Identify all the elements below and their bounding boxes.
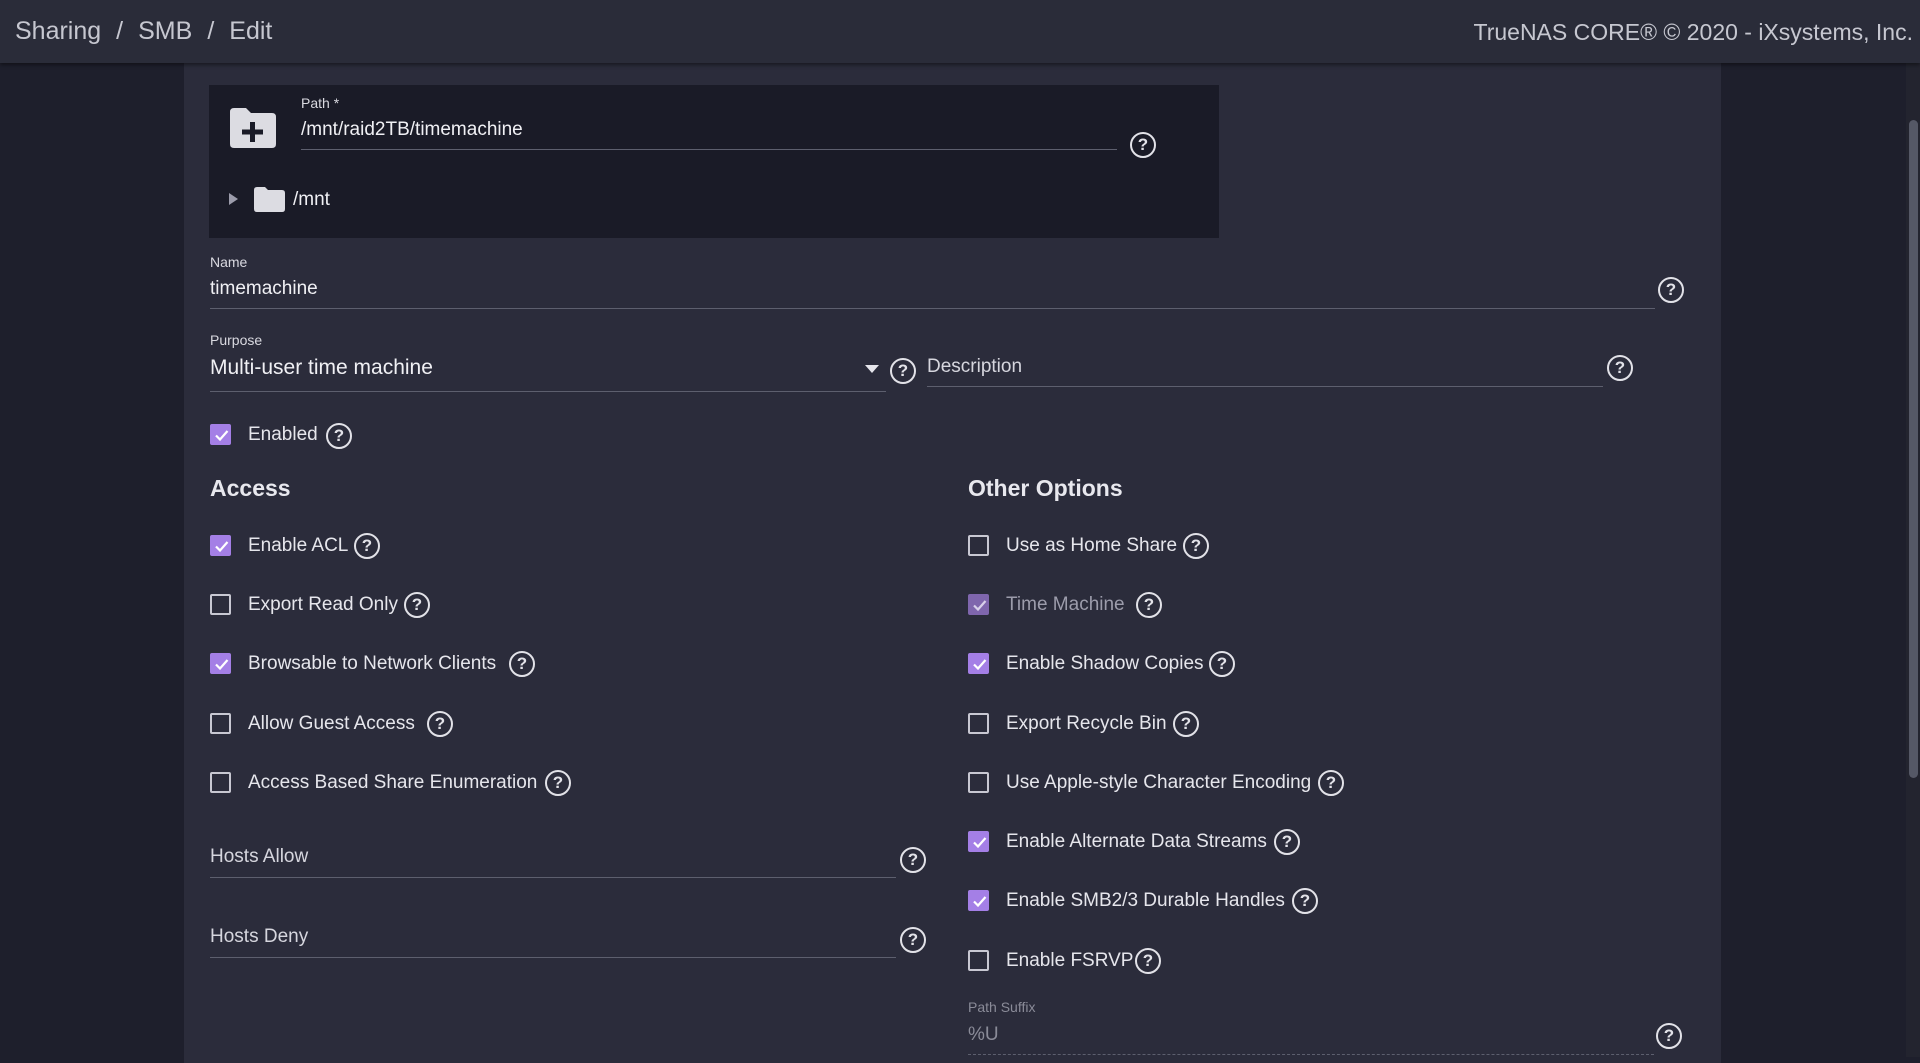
fsrvp-help-icon[interactable]: ? (1135, 948, 1161, 974)
path-suffix-underline (968, 1053, 1654, 1055)
browsable-checkbox[interactable] (210, 653, 231, 674)
home-share-label[interactable]: Use as Home Share (1006, 535, 1177, 557)
folder-icon (253, 186, 286, 218)
fsrvp-checkbox[interactable] (968, 950, 989, 971)
time-machine-checkbox (968, 594, 989, 615)
enable-acl-checkbox[interactable] (210, 535, 231, 556)
durable-handles-checkbox[interactable] (968, 890, 989, 911)
enabled-help-icon[interactable]: ? (326, 423, 352, 449)
export-read-only-label[interactable]: Export Read Only (248, 594, 398, 616)
name-underline (210, 308, 1655, 309)
top-bar: Sharing / SMB / Edit TrueNAS CORE® © 2020 - … (0, 0, 1920, 63)
guest-access-checkbox[interactable] (210, 713, 231, 734)
purpose-label: Purpose (210, 332, 263, 348)
expand-arrow-icon[interactable] (229, 193, 238, 205)
other-options-heading: Other Options (968, 475, 1123, 501)
hosts-deny-underline (210, 957, 896, 958)
hosts-allow-underline (210, 877, 896, 878)
description-input[interactable]: Description (927, 356, 1022, 378)
home-share-help-icon[interactable]: ? (1183, 533, 1209, 559)
time-machine-label: Time Machine (1006, 594, 1125, 615)
abse-help-icon[interactable]: ? (545, 770, 571, 796)
alternate-streams-checkbox[interactable] (968, 831, 989, 852)
purpose-underline (210, 391, 886, 392)
browsable-label[interactable]: Browsable to Network Clients (248, 653, 496, 675)
hosts-deny-input[interactable]: Hosts Deny (210, 926, 308, 948)
path-input[interactable]: /mnt/raid2TB/timemachine (301, 119, 523, 141)
access-heading: Access (210, 475, 291, 501)
breadcrumb-sharing[interactable]: Sharing (15, 17, 101, 45)
apple-encoding-help-icon[interactable]: ? (1318, 770, 1344, 796)
purpose-select[interactable]: Multi-user time machine (210, 356, 433, 380)
guest-access-help-icon[interactable]: ? (427, 711, 453, 737)
scrollbar-thumb[interactable] (1909, 120, 1918, 778)
dropdown-arrow-icon[interactable] (865, 365, 879, 373)
abse-checkbox[interactable] (210, 772, 231, 793)
home-share-checkbox[interactable] (968, 535, 989, 556)
alternate-streams-help-icon[interactable]: ? (1274, 829, 1300, 855)
enabled-checkbox[interactable] (210, 424, 231, 445)
hosts-allow-help-icon[interactable]: ? (900, 847, 926, 873)
enable-acl-help-icon[interactable]: ? (354, 533, 380, 559)
guest-access-label[interactable]: Allow Guest Access (248, 713, 415, 735)
apple-encoding-label[interactable]: Use Apple-style Character Encoding (1006, 772, 1311, 794)
export-read-only-checkbox[interactable] (210, 594, 231, 615)
path-explorer (209, 85, 1219, 238)
name-input[interactable]: timemachine (210, 278, 318, 300)
create-dataset-icon[interactable] (228, 106, 278, 155)
path-underline (301, 149, 1117, 150)
recycle-bin-help-icon[interactable]: ? (1173, 711, 1199, 737)
recycle-bin-label[interactable]: Export Recycle Bin (1006, 713, 1167, 735)
purpose-help-icon[interactable]: ? (890, 358, 916, 384)
alternate-streams-label[interactable]: Enable Alternate Data Streams (1006, 831, 1267, 853)
path-label: Path * (301, 95, 340, 111)
description-underline (927, 386, 1603, 387)
path-suffix-label: Path Suffix (968, 999, 1036, 1015)
shadow-copies-checkbox[interactable] (968, 653, 989, 674)
breadcrumb: Sharing / SMB / Edit (15, 17, 272, 46)
breadcrumb-edit: Edit (229, 17, 273, 45)
browsable-help-icon[interactable]: ? (509, 651, 535, 677)
breadcrumb-smb[interactable]: SMB (138, 17, 192, 45)
breadcrumb-separator: / (116, 17, 124, 45)
shadow-copies-help-icon[interactable]: ? (1209, 651, 1235, 677)
path-help-icon[interactable]: ? (1130, 132, 1156, 158)
apple-encoding-checkbox[interactable] (968, 772, 989, 793)
export-read-only-help-icon[interactable]: ? (404, 592, 430, 618)
hosts-deny-help-icon[interactable]: ? (900, 927, 926, 953)
enabled-label[interactable]: Enabled (248, 424, 318, 446)
breadcrumb-separator: / (207, 17, 215, 45)
path-suffix-help-icon[interactable]: ? (1656, 1023, 1682, 1049)
durable-handles-help-icon[interactable]: ? (1292, 888, 1318, 914)
fsrvp-label[interactable]: Enable FSRVP (1006, 950, 1133, 972)
description-help-icon[interactable]: ? (1607, 355, 1633, 381)
abse-label[interactable]: Access Based Share Enumeration (248, 772, 537, 794)
hosts-allow-input[interactable]: Hosts Allow (210, 846, 308, 868)
name-label: Name (210, 254, 248, 270)
path-suffix-input: %U (968, 1024, 999, 1045)
shadow-copies-label[interactable]: Enable Shadow Copies (1006, 653, 1204, 675)
name-help-icon[interactable]: ? (1658, 277, 1684, 303)
durable-handles-label[interactable]: Enable SMB2/3 Durable Handles (1006, 890, 1285, 912)
copyright-text: TrueNAS CORE® © 2020 - iXsystems, Inc. (1473, 19, 1914, 45)
enable-acl-label[interactable]: Enable ACL (248, 535, 348, 557)
time-machine-help-icon[interactable]: ? (1136, 592, 1162, 618)
recycle-bin-checkbox[interactable] (968, 713, 989, 734)
tree-root-label[interactable]: /mnt (293, 189, 330, 211)
